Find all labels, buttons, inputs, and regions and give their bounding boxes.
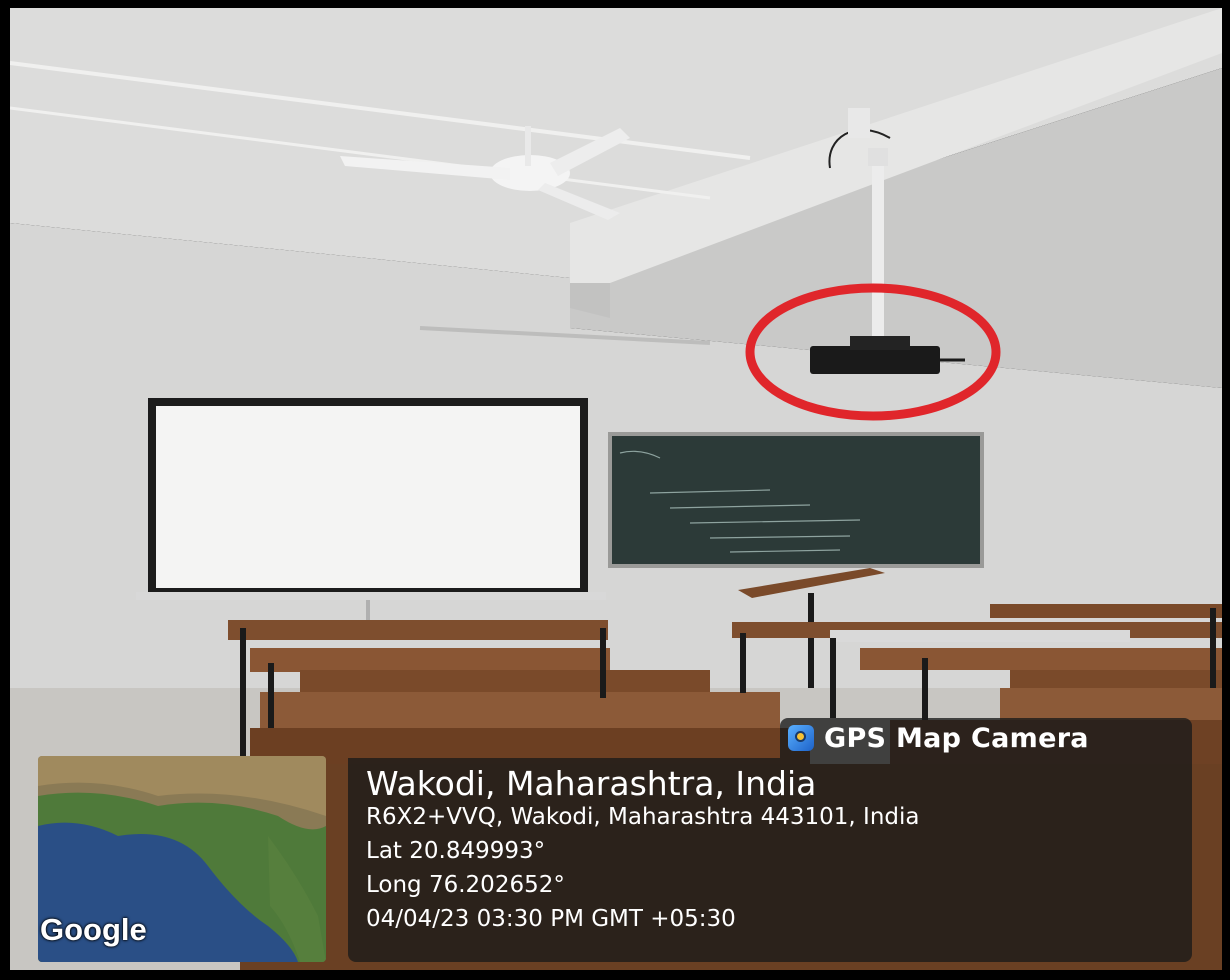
map-thumbnail: Google: [38, 756, 326, 962]
gps-map-camera-tag: GPS Map Camera: [780, 718, 1192, 758]
longitude: Long 76.202652°: [366, 872, 565, 898]
gps-camera-icon: [788, 725, 814, 751]
timestamp: 04/04/23 03:30 PM GMT +05:30: [366, 906, 736, 932]
projection-screen: [136, 398, 606, 620]
app-name: GPS Map Camera: [824, 722, 1089, 754]
latitude: Lat 20.849993°: [366, 838, 546, 864]
address: R6X2+VVQ, Wakodi, Maharashtra 443101, In…: [366, 804, 920, 830]
google-logo: Google: [40, 912, 147, 947]
blackboard: [608, 432, 984, 568]
place-name: Wakodi, Maharashtra, India: [366, 764, 817, 803]
location-info-panel: Wakodi, Maharashtra, India R6X2+VVQ, Wak…: [348, 758, 1192, 962]
photo-frame: Google GPS Map Camera Wakodi, Maharashtr…: [0, 0, 1230, 980]
